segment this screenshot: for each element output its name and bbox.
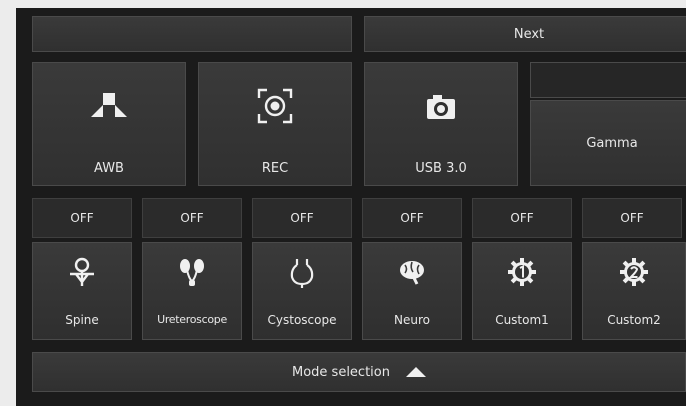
- rec-label: REC: [261, 161, 289, 176]
- next-label: Next: [513, 26, 545, 42]
- custom1-state-label: OFF: [510, 211, 534, 225]
- cystoscope-state-label: OFF: [290, 211, 314, 225]
- cystoscope-state[interactable]: OFF: [252, 198, 352, 238]
- spine-state-label: OFF: [70, 211, 94, 225]
- next-button[interactable]: Next: [364, 16, 686, 52]
- mode-selection-button[interactable]: Mode selection: [32, 352, 686, 392]
- custom2-state[interactable]: OFF: [582, 198, 682, 238]
- neuro-state-label: OFF: [400, 211, 424, 225]
- spine-state[interactable]: OFF: [32, 198, 132, 238]
- neuro-mode-button[interactable]: Neuro: [362, 242, 462, 340]
- gamma-header-button[interactable]: [530, 62, 686, 98]
- ureteroscope-state[interactable]: OFF: [142, 198, 242, 238]
- rec-button[interactable]: REC: [198, 62, 352, 186]
- cystoscope-mode-button[interactable]: Cystoscope: [252, 242, 352, 340]
- awb-label: AWB: [94, 161, 124, 176]
- neuro-state[interactable]: OFF: [362, 198, 462, 238]
- empty-top-button[interactable]: [32, 16, 352, 52]
- camera-icon: [365, 93, 517, 121]
- record-icon: [199, 87, 351, 125]
- triangle-up-icon: [405, 367, 426, 377]
- spine-mode-button[interactable]: Spine: [32, 242, 132, 340]
- usb-label: USB 3.0: [415, 161, 467, 176]
- usb-button[interactable]: USB 3.0: [364, 62, 518, 186]
- custom2-mode-button[interactable]: Custom2: [582, 242, 686, 340]
- neuro-label: Neuro: [394, 313, 430, 327]
- brain-icon: [363, 257, 461, 287]
- ureteroscope-label: Ureteroscope: [157, 313, 227, 326]
- gamma-label: Gamma: [586, 135, 638, 151]
- custom1-mode-button[interactable]: Custom1: [472, 242, 572, 340]
- ureteroscope-mode-button[interactable]: Ureteroscope: [142, 242, 242, 340]
- custom1-state[interactable]: OFF: [472, 198, 572, 238]
- spine-label: Spine: [65, 313, 99, 327]
- bladder-icon: [253, 257, 351, 289]
- cystoscope-label: Cystoscope: [267, 313, 337, 327]
- gamma-button[interactable]: Gamma: [530, 100, 686, 186]
- mode-selection-label: Mode selection: [292, 364, 390, 380]
- awb-button[interactable]: AWB: [32, 62, 186, 186]
- ureteroscope-state-label: OFF: [180, 211, 204, 225]
- custom2-label: Custom2: [607, 313, 661, 327]
- gear-2-icon: [583, 257, 685, 287]
- kidney-icon: [143, 257, 241, 287]
- spine-icon: [33, 257, 131, 287]
- gear-1-icon: [473, 257, 571, 287]
- white-balance-icon: [33, 93, 185, 119]
- custom1-label: Custom1: [495, 313, 549, 327]
- custom2-state-label: OFF: [620, 211, 644, 225]
- control-panel: Next AWB REC USB 3.0 Gamma OFF OFF OFF O…: [16, 8, 686, 406]
